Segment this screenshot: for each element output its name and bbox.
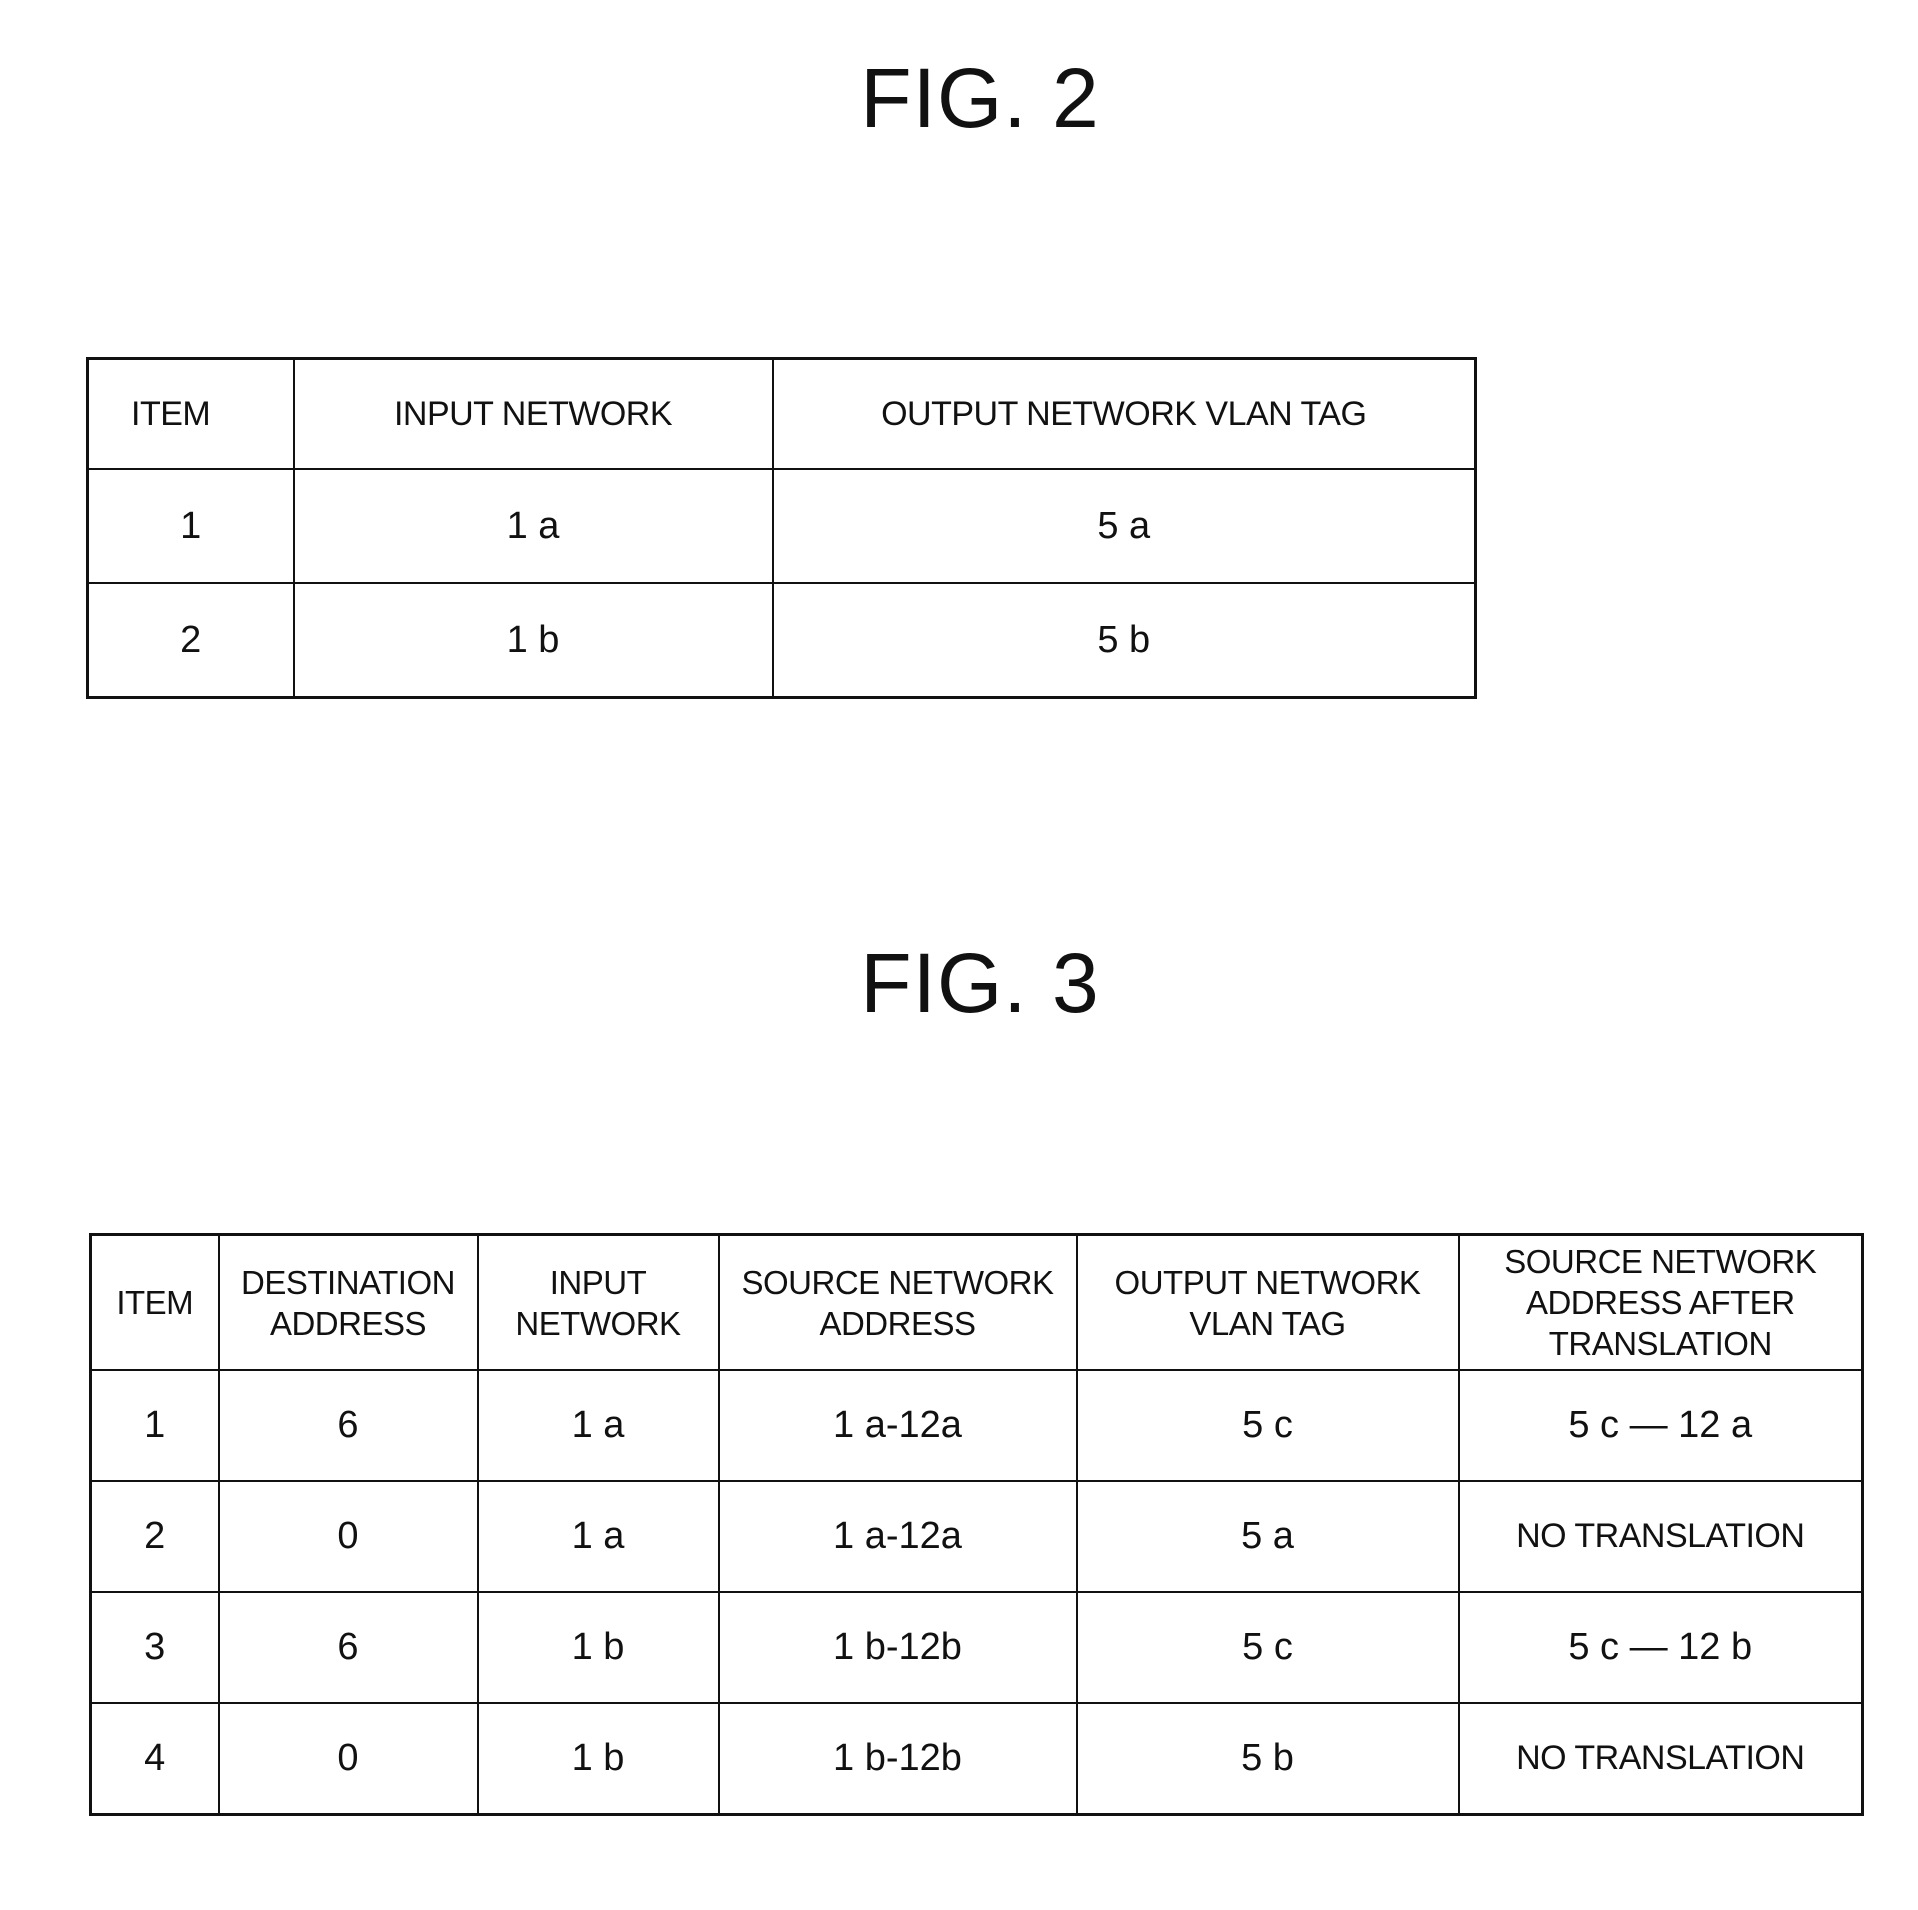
fig2-cell-output-vlan-tag: 5 b [771,582,1477,699]
fig3-cell-source-network-address: 1 a-12a [717,1369,1078,1482]
fig2-header-output-vlan-tag: OUTPUT NETWORK VLAN TAG [771,357,1477,470]
fig3-cell-translated-source-address: 5 c — 12 a [1457,1369,1864,1482]
fig3-header-input-network: INPUT NETWORK [476,1233,720,1371]
fig2-cell-item: 1 [86,468,295,584]
fig3-title: FIG. 3 [860,936,1100,1030]
fig3-cell-output-vlan-tag: 5 c [1075,1369,1460,1482]
table-row: 4 0 1 b 1 b-12b 5 b NO TRANSLATION [89,1702,1864,1816]
fig3-cell-translated-source-address: 5 c — 12 b [1457,1591,1864,1704]
fig3-cell-destination-address: 0 [217,1480,479,1593]
fig3-cell-translated-source-address: NO TRANSLATION [1457,1702,1864,1816]
fig3-cell-source-network-address: 1 b-12b [717,1702,1078,1816]
fig3-header-source-network-address: SOURCE NETWORK ADDRESS [717,1233,1078,1371]
table-row: 3 6 1 b 1 b-12b 5 c 5 c — 12 b [89,1591,1864,1704]
fig3-cell-output-vlan-tag: 5 a [1075,1480,1460,1593]
fig2-cell-input-network: 1 b [292,582,774,699]
fig3-header-row: ITEM DESTINATION ADDRESS INPUT NETWORK S… [89,1233,1864,1371]
table-row: 2 1 b 5 b [86,582,1477,699]
table-row: 1 6 1 a 1 a-12a 5 c 5 c — 12 a [89,1369,1864,1482]
fig3-cell-destination-address: 6 [217,1591,479,1704]
fig3-cell-item: 4 [89,1702,220,1816]
table-row: 2 0 1 a 1 a-12a 5 a NO TRANSLATION [89,1480,1864,1593]
fig3-cell-input-network: 1 a [476,1480,720,1593]
fig3-cell-source-network-address: 1 b-12b [717,1591,1078,1704]
fig3-cell-input-network: 1 b [476,1591,720,1704]
fig2-cell-input-network: 1 a [292,468,774,584]
fig3-cell-item: 1 [89,1369,220,1482]
fig3-cell-output-vlan-tag: 5 b [1075,1702,1460,1816]
fig3-cell-output-vlan-tag: 5 c [1075,1591,1460,1704]
fig3-header-translated-source-address: SOURCE NETWORK ADDRESS AFTER TRANSLATION [1457,1233,1864,1371]
table-row: 1 1 a 5 a [86,468,1477,584]
fig3-cell-item: 2 [89,1480,220,1593]
fig3-cell-input-network: 1 b [476,1702,720,1816]
fig3-header-item: ITEM [89,1233,220,1371]
fig3-cell-source-network-address: 1 a-12a [717,1480,1078,1593]
fig3-cell-translated-source-address: NO TRANSLATION [1457,1480,1864,1593]
fig3-cell-input-network: 1 a [476,1369,720,1482]
fig2-header-input-network: INPUT NETWORK [292,357,774,470]
fig2-header-row: ITEM INPUT NETWORK OUTPUT NETWORK VLAN T… [86,357,1477,470]
fig3-table: ITEM DESTINATION ADDRESS INPUT NETWORK S… [89,1233,1864,1816]
fig2-title: FIG. 2 [860,51,1100,145]
fig3-cell-destination-address: 0 [217,1702,479,1816]
fig2-header-item: ITEM [86,357,295,470]
fig3-cell-destination-address: 6 [217,1369,479,1482]
fig2-table: ITEM INPUT NETWORK OUTPUT NETWORK VLAN T… [86,357,1477,699]
fig2-cell-output-vlan-tag: 5 a [771,468,1477,584]
fig3-cell-item: 3 [89,1591,220,1704]
fig2-cell-item: 2 [86,582,295,699]
fig3-header-destination-address: DESTINATION ADDRESS [217,1233,479,1371]
fig3-header-output-vlan-tag: OUTPUT NETWORK VLAN TAG [1075,1233,1460,1371]
